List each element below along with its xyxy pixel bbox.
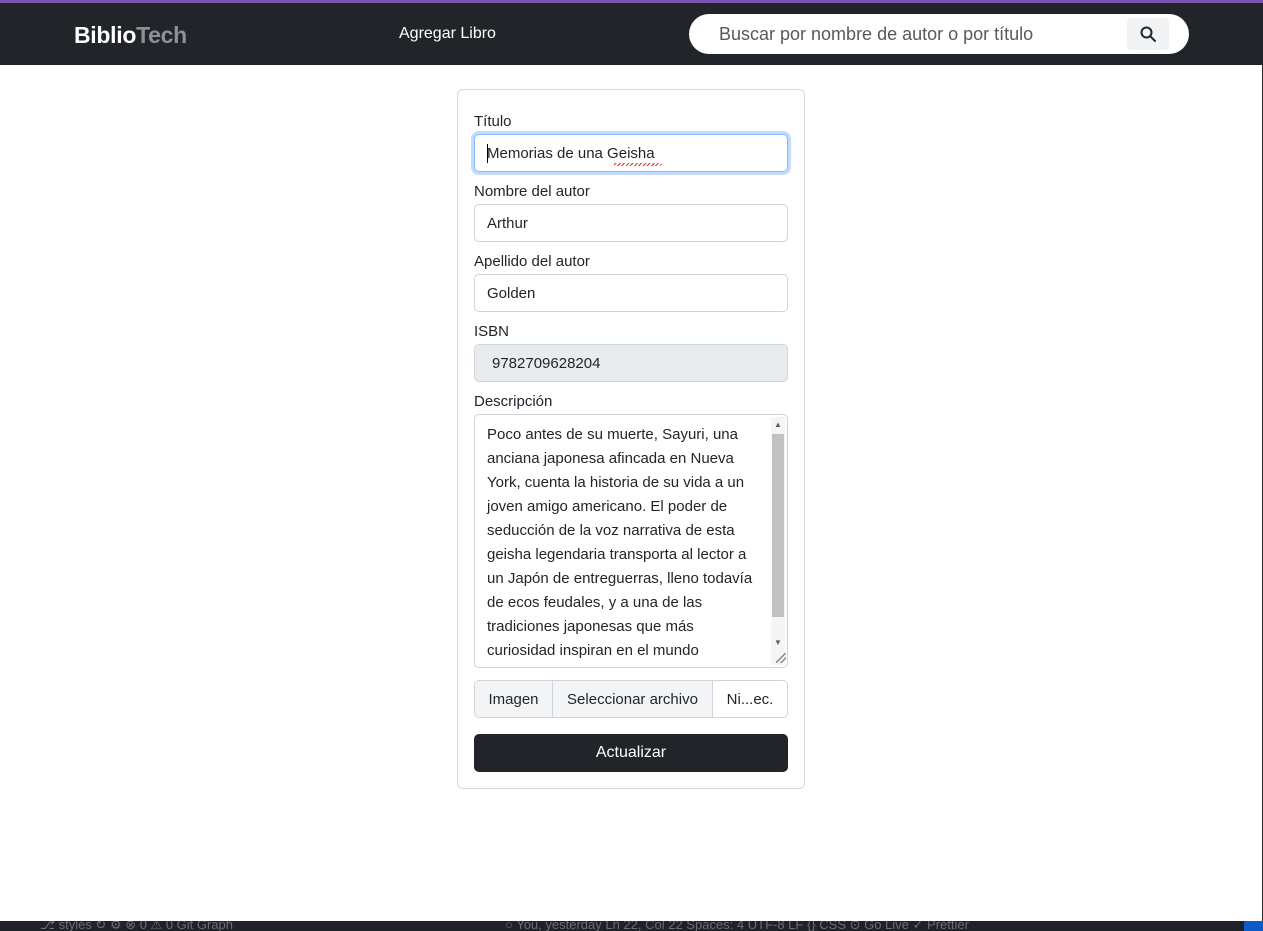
brand-logo[interactable]: BiblioTech — [74, 22, 187, 49]
editor-status-bar: ⎇ styles ↻ ⚙ ⊗ 0 ⚠ 0 Git Graph ○ You, ye… — [0, 921, 1263, 931]
isbn-label: ISBN — [474, 323, 510, 340]
brand-text-tech: Tech — [136, 22, 187, 48]
spellcheck-underline — [614, 163, 662, 166]
scroll-down-arrow-icon[interactable]: ▼ — [774, 638, 782, 647]
search-icon — [1140, 26, 1156, 42]
brand-text-biblio: Biblio — [74, 22, 137, 48]
description-label: Descripción — [474, 393, 553, 410]
author-last-name-label: Apellido del autor — [474, 253, 590, 270]
description-text: Poco antes de su muerte, Sayuri, una anc… — [487, 426, 753, 659]
search-button[interactable] — [1127, 18, 1169, 50]
isbn-input — [474, 344, 788, 382]
image-file-input-group: Imagen Seleccionar archivo Ni...ec. — [474, 680, 788, 718]
author-first-name-input[interactable] — [474, 204, 788, 242]
status-bar-right: ○ You, yesterday Ln 22, Col 22 Spaces: 4… — [505, 921, 969, 931]
resize-handle-icon[interactable] — [776, 653, 786, 663]
status-bar-left: ⎇ styles ↻ ⚙ ⊗ 0 ⚠ 0 Git Graph — [40, 921, 234, 931]
author-first-name-label: Nombre del autor — [474, 183, 590, 200]
status-bar-remote-indicator — [1244, 921, 1263, 931]
file-status-text: Ni...ec. — [713, 681, 787, 717]
text-caret — [487, 144, 488, 163]
nav-add-book-link[interactable]: Agregar Libro — [399, 25, 496, 43]
title-label: Título — [474, 113, 512, 130]
title-input[interactable] — [474, 134, 788, 172]
description-scrollbar[interactable]: ▲ ▼ — [771, 417, 785, 665]
search-bar — [689, 14, 1189, 54]
scroll-up-arrow-icon[interactable]: ▲ — [774, 420, 782, 429]
choose-file-button[interactable]: Seleccionar archivo — [553, 681, 713, 717]
image-label: Imagen — [475, 681, 553, 717]
description-textarea[interactable]: Poco antes de su muerte, Sayuri, una anc… — [474, 414, 788, 668]
author-last-name-input[interactable] — [474, 274, 788, 312]
search-input[interactable] — [719, 22, 1119, 46]
update-button[interactable]: Actualizar — [474, 734, 788, 772]
navbar: BiblioTech Agregar Libro — [0, 3, 1263, 65]
scrollbar-thumb[interactable] — [772, 434, 784, 617]
